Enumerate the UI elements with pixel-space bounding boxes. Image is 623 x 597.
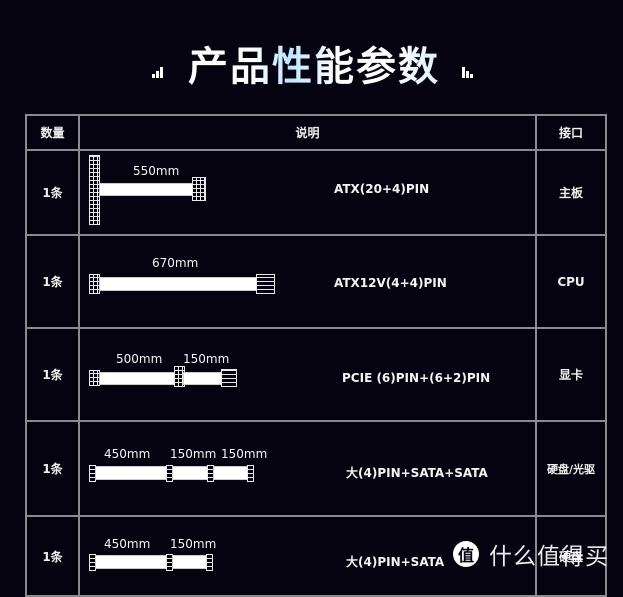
qty-cell: 1条: [25, 234, 80, 329]
signal-bars-icon: [152, 66, 166, 78]
qty-cell: 1条: [25, 515, 80, 597]
cable-length: 450mm: [104, 537, 151, 551]
header-desc: 说明: [78, 114, 537, 151]
connector-icon: [192, 177, 206, 201]
cable-length: 670mm: [152, 256, 199, 270]
table-header-row: 数量 说明 接口: [25, 114, 607, 151]
cable-length: 500mm: [116, 352, 163, 366]
page-title: 产品性能参数: [188, 34, 440, 92]
pin-spec: ATX12V(4+4)PIN: [334, 276, 447, 290]
cable-icon: [95, 466, 168, 480]
eps-connector-icon: [256, 274, 275, 294]
table-row: 1条 670mm ATX12V(4+4)PIN CPU: [25, 234, 607, 329]
table-row: 1条 450mm 150mm 150mm 大(4)PIN+SATA+SATA 硬…: [25, 420, 607, 517]
cable-icon: [172, 555, 208, 569]
cable-icon: [99, 277, 258, 291]
sata-connector-icon: [247, 465, 254, 482]
pin-spec: 大(4)PIN+SATA+SATA: [346, 466, 488, 480]
header-qty: 数量: [25, 114, 80, 151]
pin-spec: 大(4)PIN+SATA: [346, 555, 445, 569]
pin-spec: ATX(20+4)PIN: [334, 182, 430, 196]
cable-icon: [172, 466, 209, 480]
cable-length: 150mm: [170, 447, 217, 461]
cable-length: 150mm: [183, 352, 230, 366]
desc-cell: 500mm 150mm PCIE (6)PIN+(6+2)PIN: [78, 327, 537, 422]
cable-length: 150mm: [170, 537, 217, 551]
table-row: 1条 550mm ATX(20+4)PIN 主板: [25, 149, 607, 236]
port-cell: CPU: [535, 234, 607, 329]
spec-table: 数量 说明 接口 1条 550mm ATX(20+4)PIN 主板 1条 670…: [25, 114, 607, 597]
table-row: 1条 500mm 150mm PCIE (6)PIN+(6+2)PIN 显卡: [25, 327, 607, 422]
cable-icon: [99, 183, 194, 196]
header-port: 接口: [535, 114, 607, 151]
signal-bars-icon: [462, 66, 476, 78]
pcie-connector-icon: [221, 369, 237, 387]
pin-spec: PCIE (6)PIN+(6+2)PIN: [342, 371, 491, 385]
port-cell: 主板: [535, 149, 607, 236]
watermark: 值 什么值得买: [453, 537, 609, 571]
cable-length: 450mm: [104, 447, 151, 461]
smzdm-logo-icon: 值: [453, 541, 479, 567]
desc-cell: 550mm ATX(20+4)PIN: [78, 149, 537, 236]
port-cell: 硬盘/光驱: [535, 420, 607, 517]
watermark-text: 什么值得买: [489, 544, 609, 570]
cable-length: 550mm: [133, 164, 180, 178]
cable-length: 150mm: [221, 447, 268, 461]
qty-cell: 1条: [25, 149, 80, 236]
sata-connector-icon: [206, 554, 213, 571]
desc-cell: 450mm 150mm 150mm 大(4)PIN+SATA+SATA: [78, 420, 537, 517]
qty-cell: 1条: [25, 420, 80, 517]
port-cell: 显卡: [535, 327, 607, 422]
cable-icon: [183, 372, 222, 385]
title-banner: 产品性能参数: [0, 30, 623, 90]
cable-icon: [213, 466, 249, 480]
cable-icon: [99, 372, 176, 385]
qty-cell: 1条: [25, 327, 80, 422]
desc-cell: 670mm ATX12V(4+4)PIN: [78, 234, 537, 329]
cable-icon: [95, 555, 168, 569]
